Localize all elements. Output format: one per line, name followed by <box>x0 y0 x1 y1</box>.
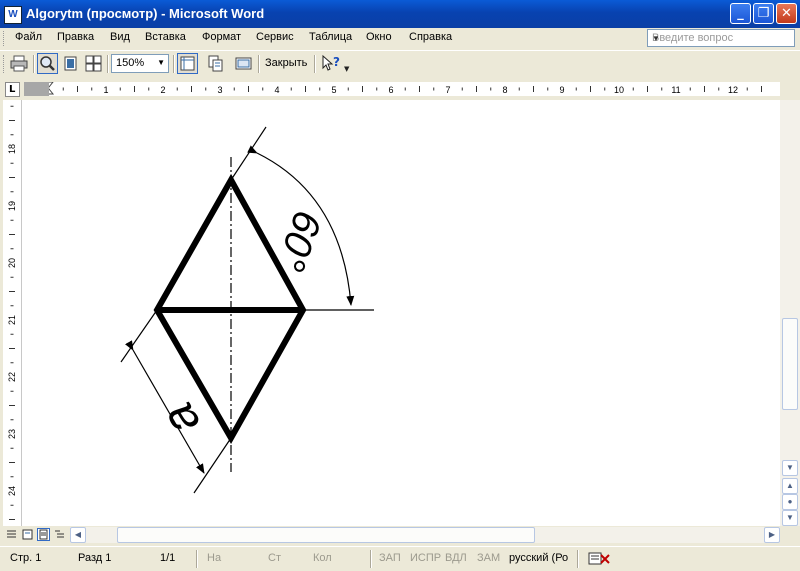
view-ruler-icon[interactable] <box>177 53 198 74</box>
ruler-label: 21 <box>7 315 17 325</box>
title-bar: W Algorytm (просмотр) - Microsoft Word _… <box>0 0 800 28</box>
svg-text:▼: ▼ <box>344 65 350 73</box>
close-window-button[interactable]: ✕ <box>776 3 797 24</box>
normal-view-icon[interactable] <box>5 528 18 541</box>
ruler-label: 22 <box>7 372 17 382</box>
ruler-label: 11 <box>671 85 680 95</box>
multiple-pages-icon[interactable] <box>83 53 104 74</box>
chevron-down-icon[interactable]: ▼ <box>157 58 165 67</box>
window-title: Algorytm (просмотр) - Microsoft Word <box>26 6 265 21</box>
ask-question-box[interactable]: Введите вопрос ▼ <box>647 29 795 47</box>
svg-text:?: ? <box>333 55 340 69</box>
ruler-label: 23 <box>7 429 17 439</box>
ruler-label: 10 <box>614 85 624 95</box>
previous-page-button[interactable]: ▲ <box>782 478 798 494</box>
scroll-left-button[interactable]: ◀ <box>70 527 86 543</box>
ruler-label: 20 <box>7 258 17 268</box>
print-icon[interactable] <box>9 53 30 74</box>
toolbar-separator <box>173 55 175 73</box>
scroll-right-button[interactable]: ▶ <box>764 527 780 543</box>
chevron-down-icon[interactable]: ▼ <box>652 34 791 43</box>
ruler-label: 7 <box>445 85 450 95</box>
vertical-scroll-thumb[interactable] <box>782 318 798 410</box>
word-app-icon[interactable]: W <box>4 6 22 24</box>
zoom-value: 150% <box>116 57 145 69</box>
tab-selector[interactable]: L <box>5 82 20 97</box>
status-column: Кол <box>313 552 332 564</box>
vertical-scrollbar[interactable]: ▼ ▲ ● ▼ <box>780 100 800 526</box>
ruler-label: 18 <box>7 144 17 154</box>
extension-line-left <box>120 309 158 363</box>
ruler-label: 24 <box>7 486 17 496</box>
status-language[interactable]: русский (Ро <box>509 552 568 564</box>
print-preview-toolbar: 150% ▼ Закрыть ? ▼ <box>0 50 800 79</box>
menu-file[interactable]: Файл <box>15 31 42 43</box>
toolbar-grip[interactable] <box>3 55 7 73</box>
vertical-ruler[interactable]: 18 19 20 21 22 23 24 <box>3 100 22 526</box>
status-at: На <box>207 552 222 564</box>
document-page[interactable]: 60° a <box>22 100 780 526</box>
minimize-button[interactable]: _ <box>730 3 751 24</box>
menu-window[interactable]: Окно <box>366 31 392 43</box>
menu-tools[interactable]: Сервис <box>256 31 294 43</box>
status-rec[interactable]: ЗАП <box>379 552 401 564</box>
restore-button[interactable]: ❐ <box>753 3 774 24</box>
menu-format[interactable]: Формат <box>202 31 241 43</box>
status-trk[interactable]: ИСПР <box>410 552 441 564</box>
ruler-label: 3 <box>217 85 222 95</box>
web-layout-icon[interactable] <box>21 528 34 541</box>
ruler-label: 8 <box>502 85 507 95</box>
horizontal-ruler[interactable]: 1 2 3 4 5 6 7 8 9 10 11 12 <box>24 81 780 96</box>
menu-help[interactable]: Справка <box>409 31 452 43</box>
select-browse-object-button[interactable]: ● <box>782 494 798 510</box>
print-layout-icon[interactable] <box>37 528 50 541</box>
toolbar-separator <box>258 55 260 73</box>
horizontal-ruler-scale: 1 2 3 4 5 6 7 8 9 10 11 12 <box>43 81 762 95</box>
side-label: a <box>151 394 210 444</box>
status-section: Разд 1 <box>78 552 112 564</box>
menu-view[interactable]: Вид <box>110 31 130 43</box>
extension-line-top <box>230 126 267 181</box>
status-ext[interactable]: ВДЛ <box>445 552 467 564</box>
magnifier-icon[interactable] <box>37 53 58 74</box>
full-screen-icon[interactable] <box>233 53 254 74</box>
rhombus-drawing: 60° a <box>120 126 374 494</box>
shrink-to-fit-icon[interactable] <box>205 53 226 74</box>
menu-insert[interactable]: Вставка <box>145 31 186 43</box>
close-preview-button[interactable]: Закрыть <box>265 57 307 69</box>
toolbar-separator <box>314 55 316 73</box>
ruler-label: 19 <box>7 201 17 211</box>
ruler-label: 4 <box>274 85 279 95</box>
status-line: Ст <box>268 552 281 564</box>
status-page: Стр. 1 <box>10 552 42 564</box>
ruler-label: 1 <box>103 85 108 95</box>
ruler-left-margin <box>24 82 49 96</box>
next-page-button[interactable]: ▼ <box>782 510 798 526</box>
spelling-status-icon[interactable] <box>588 551 612 567</box>
menu-grip[interactable] <box>3 31 7 46</box>
toolbar-separator <box>33 55 35 73</box>
ruler-label: 9 <box>559 85 564 95</box>
ruler-label: 12 <box>728 85 738 95</box>
context-help-icon[interactable]: ? ▼ <box>319 53 351 74</box>
scroll-down-button[interactable]: ▼ <box>782 460 798 476</box>
toolbar-separator <box>107 55 109 73</box>
vertical-ruler-scale: 18 19 20 21 22 23 24 <box>7 105 17 520</box>
ruler-label: 5 <box>331 85 336 95</box>
status-ovr[interactable]: ЗАМ <box>477 552 500 564</box>
one-page-icon[interactable] <box>60 53 81 74</box>
zoom-select[interactable]: 150% ▼ <box>111 54 169 73</box>
menu-table[interactable]: Таблица <box>309 31 352 43</box>
status-bar: Стр. 1 Разд 1 1/1 На Ст Кол ЗАП ИСПР ВДЛ… <box>0 546 800 571</box>
menu-edit[interactable]: Правка <box>57 31 94 43</box>
horizontal-scroll-thumb[interactable] <box>117 527 535 543</box>
status-pages: 1/1 <box>160 552 176 564</box>
horizontal-scrollbar[interactable]: ◀ ▶ <box>70 527 780 543</box>
ruler-label: 6 <box>388 85 393 95</box>
outline-view-icon[interactable] <box>53 528 66 541</box>
ruler-label: 2 <box>160 85 165 95</box>
horizontal-scroll-row: ◀ ▶ <box>0 526 800 544</box>
menu-bar: Файл Правка Вид Вставка Формат Сервис Та… <box>0 28 800 49</box>
